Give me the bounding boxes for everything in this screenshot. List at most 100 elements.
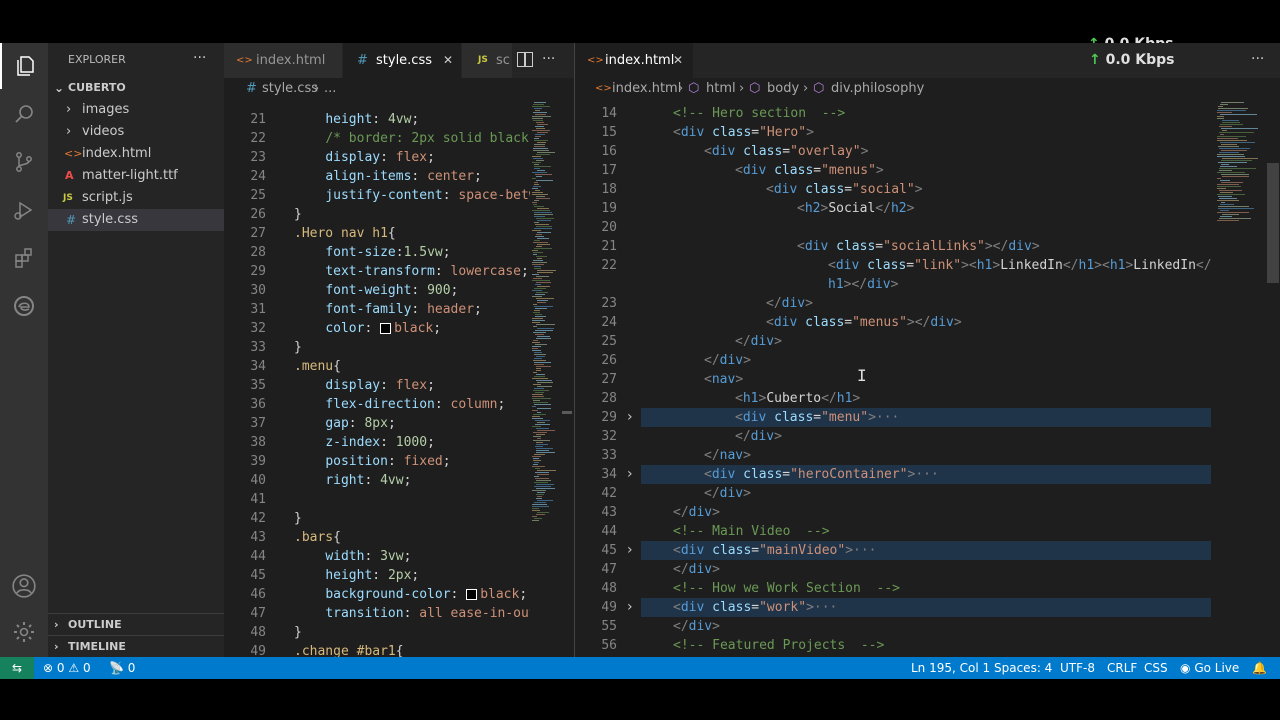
tab-index-html[interactable]: <> index.html xyxy=(224,43,343,78)
line-number: 34 xyxy=(250,359,266,374)
settings-gear-icon[interactable] xyxy=(0,609,48,655)
minimap-line xyxy=(536,368,541,369)
code-line: <div class="mainVideo">··· xyxy=(673,543,877,558)
minimap-line xyxy=(532,318,543,319)
minimap-left[interactable] xyxy=(530,100,566,657)
tab-script-js[interactable]: JS sc xyxy=(462,43,512,78)
tab-bar-left: <> index.html # style.css ✕ JS sc ··· xyxy=(224,43,574,78)
minimap-line xyxy=(537,132,548,133)
cursor-position[interactable]: Ln 195, Col 1 xyxy=(911,657,990,679)
indentation[interactable]: Spaces: 4 xyxy=(994,657,1052,679)
code-line: <!-- Hero section --> xyxy=(673,106,846,121)
close-icon[interactable]: ✕ xyxy=(673,43,683,78)
code-line: </div> xyxy=(766,296,813,311)
line-number: 56 xyxy=(601,638,617,653)
minimap-line xyxy=(1217,110,1246,111)
language-mode[interactable]: CSS xyxy=(1144,657,1168,679)
explorer-more-button[interactable]: ··· xyxy=(193,50,206,66)
remote-icon: ⇆ xyxy=(11,661,23,675)
remote-indicator[interactable]: ⇆ xyxy=(0,657,34,679)
fold-chevron-icon[interactable]: › xyxy=(627,465,633,484)
code-line: background-color: black; xyxy=(325,587,528,602)
minimap-line xyxy=(1219,168,1256,169)
minimap-line xyxy=(532,178,536,179)
line-number: 47 xyxy=(250,606,266,621)
line-number: 43 xyxy=(250,530,266,545)
code-line: </div> xyxy=(735,334,782,349)
code-line: <div class="overlay"> xyxy=(704,144,869,159)
scrollbar-left[interactable] xyxy=(562,411,572,414)
encoding[interactable]: UTF-8 xyxy=(1060,657,1095,679)
tab-index-html-right[interactable]: <> index.html ✕ xyxy=(575,43,693,78)
minimap-line xyxy=(1220,216,1232,217)
minimap-line xyxy=(1220,192,1233,193)
breadcrumb-file[interactable]: index.html xyxy=(612,78,681,100)
breadcrumb-div-philosophy[interactable]: div.philosophy xyxy=(831,78,924,100)
minimap-line xyxy=(534,146,545,147)
breadcrumb-html[interactable]: html xyxy=(706,78,736,100)
editor-more-button[interactable]: ··· xyxy=(1251,51,1264,67)
scrollbar-right[interactable] xyxy=(1267,163,1279,283)
code-line: } xyxy=(294,207,302,222)
line-number xyxy=(577,275,617,294)
code-area-left[interactable]: 21 height: 4vw; 22 /* border: 2px solid b… xyxy=(224,100,530,657)
line-ending[interactable]: CRLF xyxy=(1107,657,1137,679)
color-swatch[interactable] xyxy=(380,323,392,334)
tab-style-css[interactable]: # style.css ✕ xyxy=(343,43,461,78)
line-number: 26 xyxy=(250,207,266,222)
minimap-line xyxy=(1217,172,1245,173)
minimap-line xyxy=(534,388,544,389)
tree-item-images[interactable]: › images xyxy=(48,99,224,121)
code-line: } xyxy=(294,340,302,355)
account-icon[interactable] xyxy=(0,563,48,609)
minimap-line xyxy=(533,150,549,151)
fold-chevron-icon[interactable]: › xyxy=(627,598,633,617)
explorer-icon[interactable] xyxy=(0,43,50,89)
fold-chevron-icon[interactable]: › xyxy=(627,408,633,427)
ports-indicator[interactable]: 📡 0 xyxy=(109,657,135,679)
minimap-right[interactable] xyxy=(1215,100,1267,657)
source-control-icon[interactable] xyxy=(0,139,48,185)
tree-item-style-css[interactable]: # style.css xyxy=(48,209,224,231)
minimap-line xyxy=(535,468,540,469)
run-debug-icon[interactable] xyxy=(0,187,48,233)
line-number: 42 xyxy=(601,486,617,501)
split-editor-icon[interactable] xyxy=(517,52,533,67)
minimap-line xyxy=(1219,218,1251,219)
close-icon[interactable]: ✕ xyxy=(443,43,453,78)
edge-browser-icon[interactable] xyxy=(0,283,48,329)
breadcrumb-body[interactable]: body xyxy=(767,78,799,100)
minimap-line xyxy=(535,316,546,317)
problems-indicator[interactable]: ⊗ 0 ⚠ 0 xyxy=(43,657,91,679)
code-area-right[interactable]: 14 <!-- Hero section --> 15 <div class="Her… xyxy=(575,100,1211,657)
minimap-line xyxy=(1220,114,1257,115)
outline-section[interactable]: › OUTLINE xyxy=(48,613,224,636)
minimap-line xyxy=(533,372,537,373)
line-number: 25 xyxy=(601,334,617,349)
tree-item-videos[interactable]: › videos xyxy=(48,121,224,143)
tree-item-index-html[interactable]: <> index.html xyxy=(48,143,224,165)
minimap-line xyxy=(535,224,549,225)
editor-more-button[interactable]: ··· xyxy=(542,51,555,67)
minimap-line xyxy=(532,510,540,511)
minimap-line xyxy=(537,496,542,497)
notifications-bell-icon[interactable]: 🔔 xyxy=(1252,657,1267,679)
color-swatch[interactable] xyxy=(466,589,478,600)
code-line: <div class="Hero"> xyxy=(673,125,814,140)
folder-cuberto[interactable]: ⌄ CUBERTO xyxy=(48,77,224,99)
go-live-button[interactable]: ◉ Go Live xyxy=(1180,657,1239,679)
minimap-line xyxy=(1220,124,1243,125)
tree-item-font[interactable]: A matter-light.ttf xyxy=(48,165,224,187)
timeline-section[interactable]: › TIMELINE xyxy=(48,635,224,658)
breadcrumb-rest[interactable]: ... xyxy=(324,78,336,100)
tree-item-script-js[interactable]: JS script.js xyxy=(48,187,224,209)
line-number: 26 xyxy=(601,353,617,368)
search-icon[interactable] xyxy=(0,91,48,137)
breadcrumb-file[interactable]: style.css xyxy=(262,78,318,100)
minimap-line xyxy=(1217,186,1241,187)
minimap-line xyxy=(535,330,553,331)
code-line: justify-content: space-betw xyxy=(325,188,530,203)
extensions-icon[interactable] xyxy=(0,235,48,281)
fold-chevron-icon[interactable]: › xyxy=(627,541,633,560)
minimap-line xyxy=(534,354,546,355)
